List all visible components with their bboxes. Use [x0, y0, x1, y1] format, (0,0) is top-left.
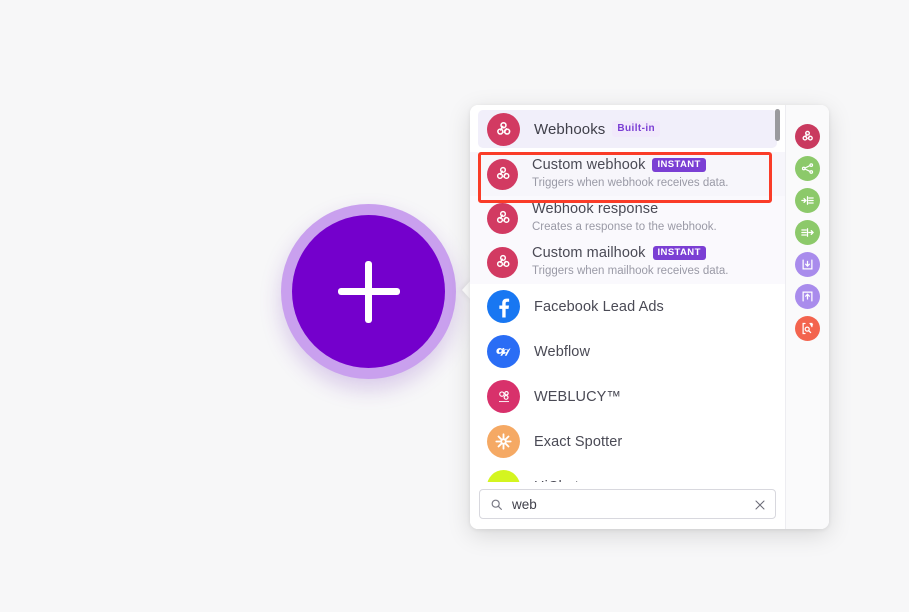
rail-iterator[interactable] [795, 188, 820, 213]
webflow-icon [487, 335, 520, 368]
webhooks-icon [487, 246, 518, 278]
list-group-header-text: Webhooks Built-in [534, 120, 661, 138]
module-subtitle: Triggers when mailhook receives data. [532, 265, 729, 277]
plus-icon [337, 260, 400, 323]
app-item-weblucy[interactable]: WEBLUCY™ [470, 374, 785, 419]
module-item-text: Custom mailhook INSTANT Triggers when ma… [532, 245, 728, 279]
group-title: Webhooks [534, 120, 606, 138]
search-input[interactable]: web [479, 489, 776, 519]
app-item-webflow[interactable]: Webflow [470, 329, 785, 374]
webhooks-icon [487, 112, 520, 146]
tools-rail [785, 105, 829, 529]
search-input-value[interactable]: web [512, 497, 754, 512]
list-scrollbar[interactable] [775, 109, 780, 482]
builtin-badge: Built-in [612, 121, 661, 137]
weblucy-icon [487, 380, 520, 413]
rail-download-tools[interactable] [795, 252, 820, 277]
module-list[interactable]: Webhooks Built-in Custom webhook INSTANT… [470, 105, 785, 482]
app-title: Facebook Lead Ads [534, 298, 664, 315]
search-area: web [470, 482, 785, 529]
module-item-webhook-response[interactable]: Webhook response Creates a response to t… [470, 196, 785, 240]
app-item-text: WEBLUCY™ [534, 388, 621, 406]
list-group-header-webhooks[interactable]: Webhooks Built-in [478, 110, 777, 148]
app-canvas: Webhooks Built-in Custom webhook INSTANT… [0, 0, 909, 612]
module-subtitle: Creates a response to the webhook. [532, 221, 717, 233]
add-step-button-inner[interactable] [292, 215, 445, 368]
module-item-text: Custom webhook INSTANT Triggers when web… [532, 157, 728, 191]
rail-aggregator[interactable] [795, 220, 820, 245]
webhooks-icon [487, 202, 518, 234]
app-item-exact-spotter[interactable]: Exact Spotter [470, 419, 785, 464]
webhooks-icon [487, 158, 518, 190]
app-item-text: Webflow [534, 343, 590, 361]
rail-router[interactable] [795, 156, 820, 181]
search-icon [490, 498, 503, 511]
module-item-custom-webhook[interactable]: Custom webhook INSTANT Triggers when web… [470, 152, 785, 196]
app-item-clipped[interactable]: HiChat [470, 464, 785, 482]
facebook-icon [487, 290, 520, 323]
app-title: HiChat [534, 479, 579, 483]
module-picker-body: Webhooks Built-in Custom webhook INSTANT… [470, 105, 785, 529]
module-item-custom-mailhook[interactable]: Custom mailhook INSTANT Triggers when ma… [470, 240, 785, 284]
app-item-facebook-lead-ads[interactable]: Facebook Lead Ads [470, 284, 785, 329]
app-title: Exact Spotter [534, 433, 623, 450]
app-title: WEBLUCY™ [534, 388, 622, 405]
instant-badge: INSTANT [652, 158, 706, 172]
rail-webhooks[interactable] [795, 124, 820, 149]
module-title: Custom webhook [532, 157, 646, 173]
app-item-text: HiChat [534, 478, 579, 483]
list-scrollbar-thumb[interactable] [775, 109, 780, 141]
module-picker-panel: Webhooks Built-in Custom webhook INSTANT… [470, 105, 829, 529]
app-title: Webflow [534, 343, 591, 360]
add-step-button[interactable] [281, 204, 456, 379]
module-subtitle: Triggers when webhook receives data. [532, 177, 729, 189]
exact-spotter-icon [487, 425, 520, 458]
clear-x-icon[interactable] [754, 498, 766, 510]
module-item-text: Webhook response Creates a response to t… [532, 201, 717, 235]
module-title: Custom mailhook [532, 245, 646, 261]
module-title: Webhook response [532, 201, 659, 217]
rail-upload-tools[interactable] [795, 284, 820, 309]
app-item-text: Exact Spotter [534, 433, 622, 451]
instant-badge: INSTANT [652, 246, 706, 260]
app-item-text: Facebook Lead Ads [534, 298, 664, 316]
hichat-icon [487, 470, 520, 482]
rail-search-tools[interactable] [795, 316, 820, 341]
